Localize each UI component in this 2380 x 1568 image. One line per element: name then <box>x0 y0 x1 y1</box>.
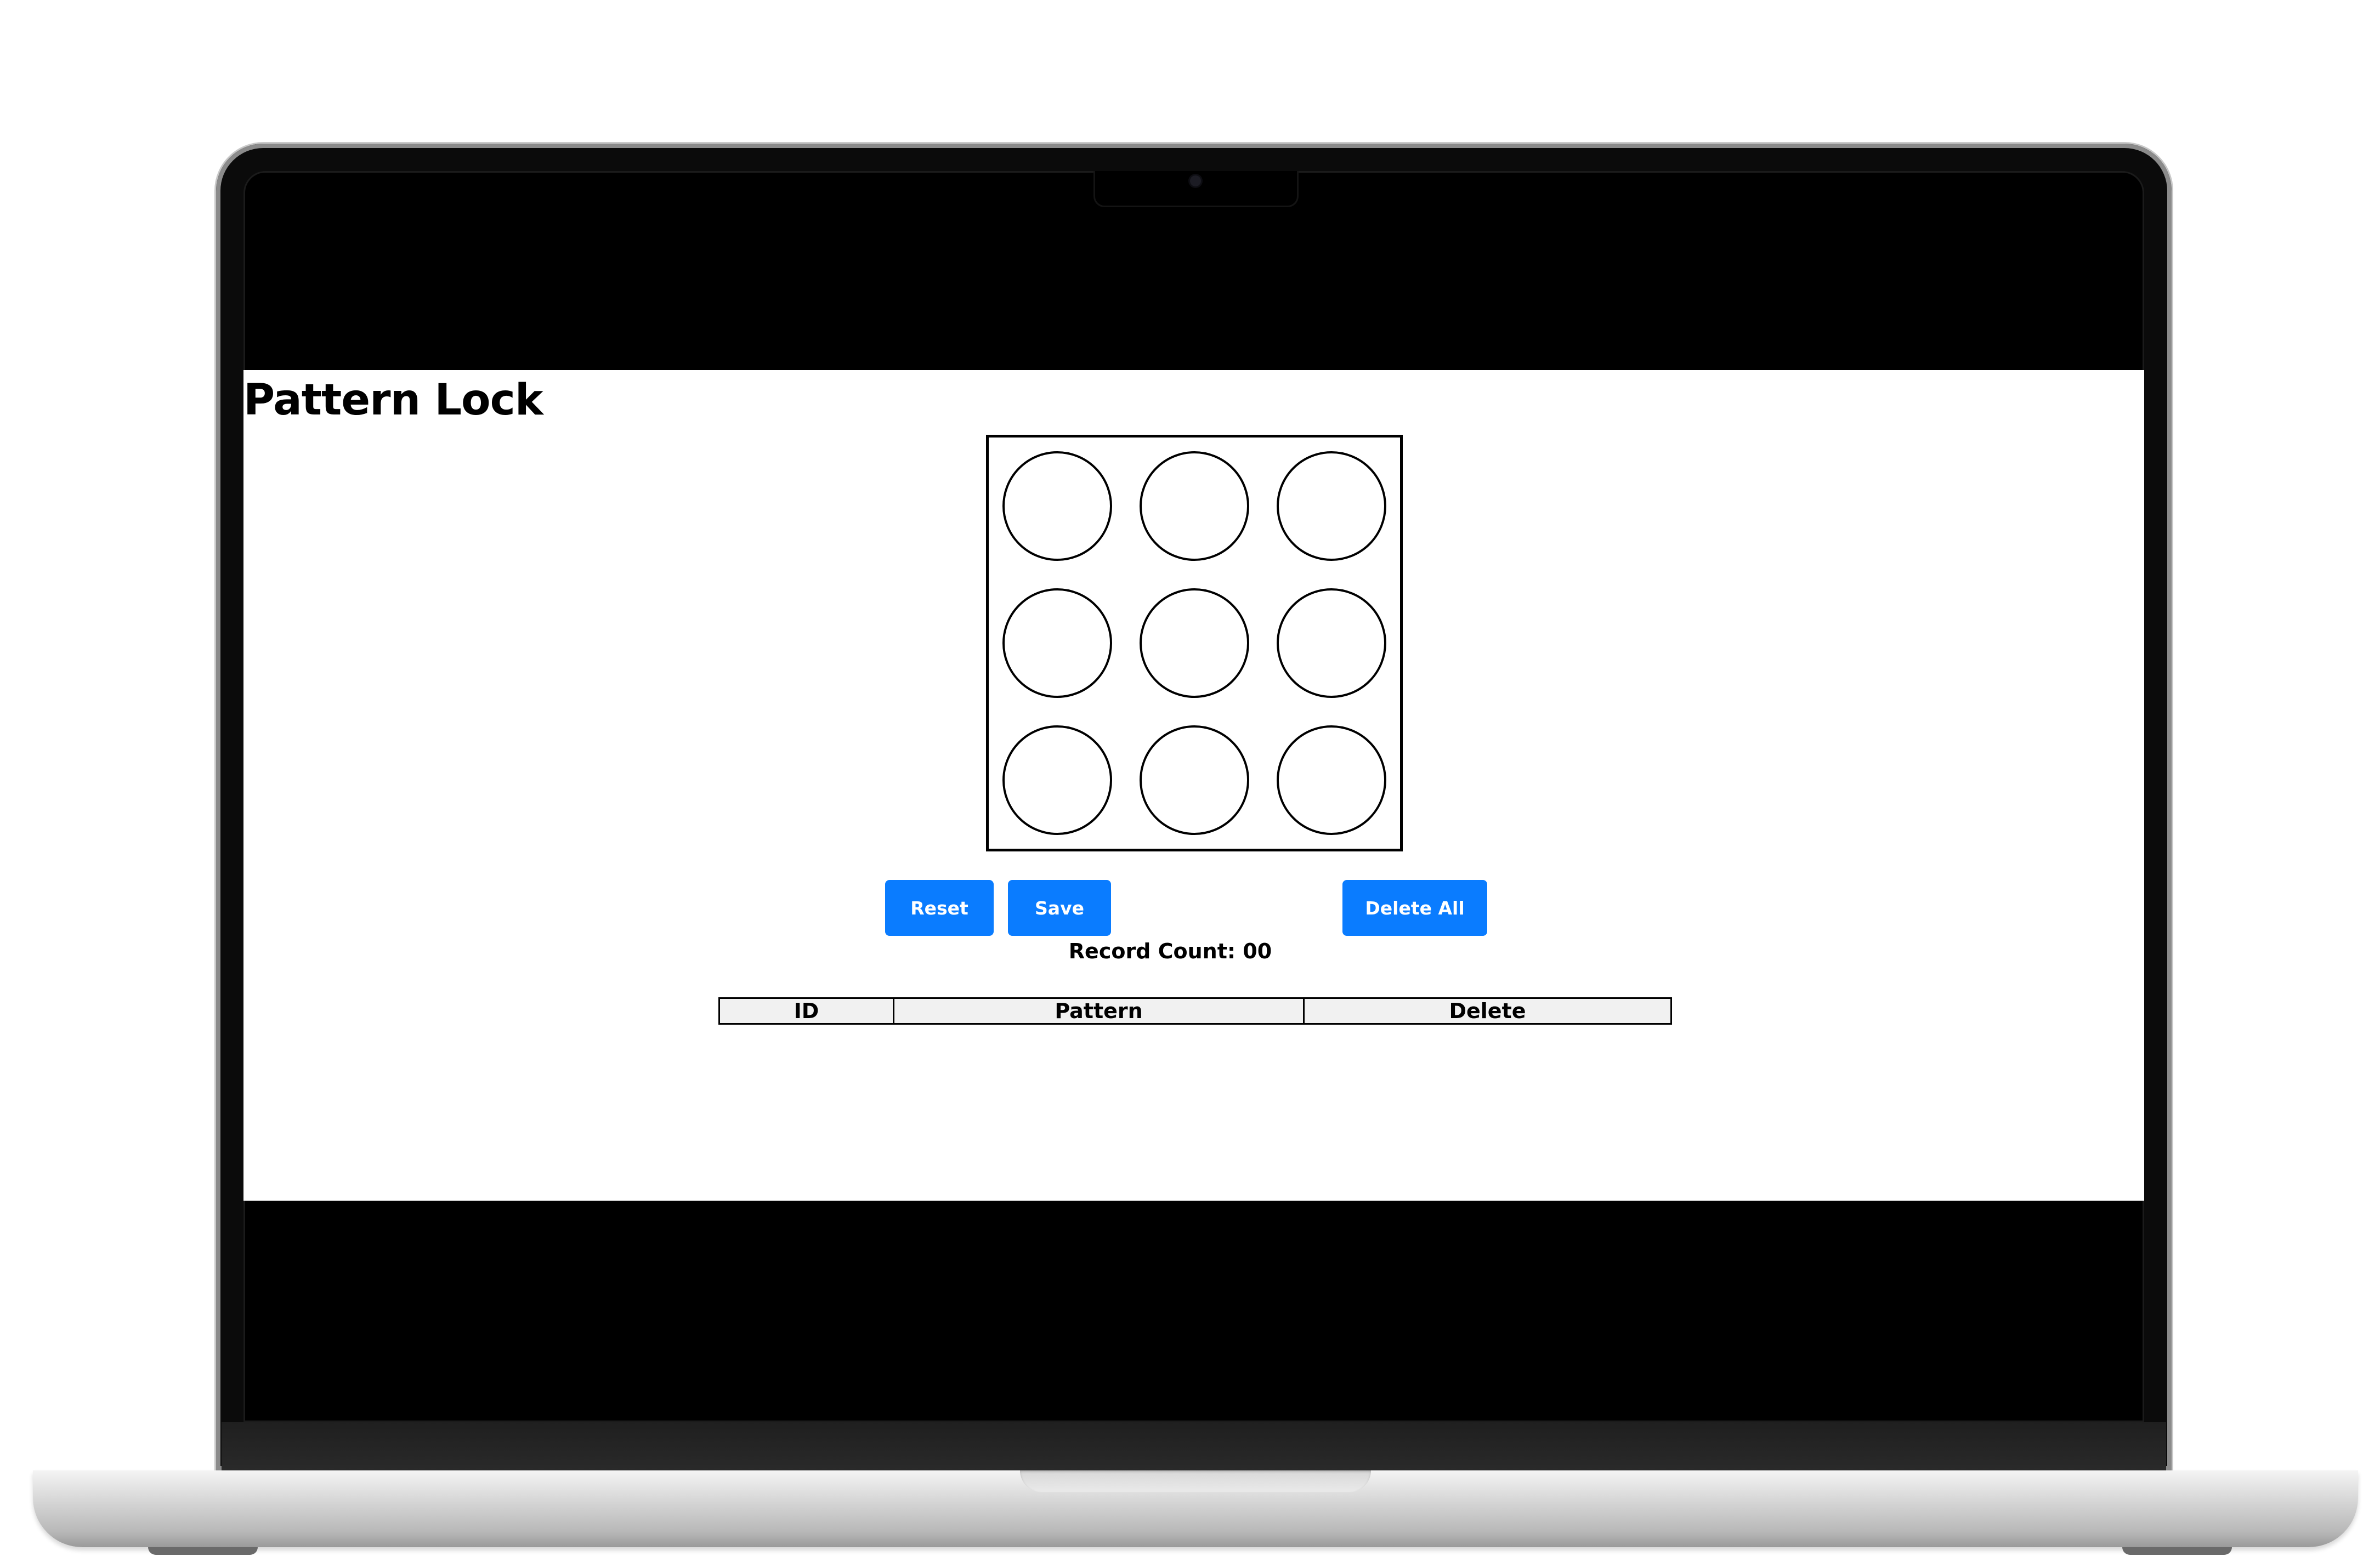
laptop-foot-right <box>2122 1547 2232 1555</box>
pattern-dot-7[interactable] <box>1002 725 1112 835</box>
reset-button[interactable]: Reset <box>885 880 994 936</box>
pattern-dot-9[interactable] <box>1277 725 1386 835</box>
pattern-dot-4[interactable] <box>1002 588 1112 698</box>
records-table: ID Pattern Delete <box>718 997 1672 1056</box>
records-table-body <box>719 1024 1671 1056</box>
pattern-dot-3[interactable] <box>1277 451 1386 561</box>
delete-all-button[interactable]: Delete All <box>1342 880 1487 936</box>
pattern-dot-5[interactable] <box>1140 588 1249 698</box>
save-button[interactable]: Save <box>1008 880 1111 936</box>
page-title: Pattern Lock <box>243 376 543 425</box>
pattern-dot-8[interactable] <box>1140 725 1249 835</box>
table-header-row: ID Pattern Delete <box>718 997 1672 1025</box>
pattern-dot-1[interactable] <box>1002 451 1112 561</box>
column-header-delete: Delete <box>1303 997 1672 1025</box>
column-header-id: ID <box>718 997 894 1025</box>
laptop-hinge <box>222 1422 2166 1472</box>
pattern-grid[interactable] <box>986 435 1403 851</box>
pattern-dot-2[interactable] <box>1140 451 1249 561</box>
pattern-dot-6[interactable] <box>1277 588 1386 698</box>
laptop-foot-left <box>148 1547 258 1555</box>
column-header-pattern: Pattern <box>893 997 1305 1025</box>
camera-icon <box>1190 175 1201 186</box>
record-count: Record Count: 00 <box>1068 939 1272 963</box>
app-screen: Pattern Lock Reset Save Delete All Recor… <box>243 370 2144 1201</box>
laptop-base-notch <box>1020 1470 1371 1492</box>
